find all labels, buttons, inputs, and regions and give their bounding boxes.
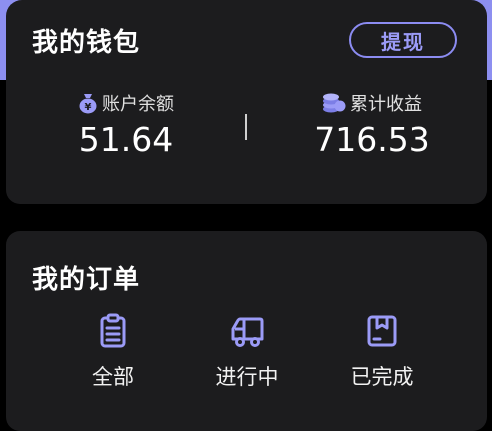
- package-box-icon: [367, 315, 397, 347]
- total-earnings-label-row: 累计收益: [272, 90, 472, 116]
- wallet-card: 我的钱包 提现 ¥ 账户余额 51.64 累计收益 716.53: [6, 0, 487, 204]
- delivery-truck-icon: [231, 317, 264, 347]
- total-earnings-label: 累计收益: [350, 94, 422, 115]
- svg-text:¥: ¥: [85, 102, 92, 113]
- total-earnings-value: 716.53: [314, 120, 430, 159]
- withdraw-button[interactable]: 提现: [349, 22, 457, 58]
- order-tab-all[interactable]: 全部: [63, 311, 163, 391]
- money-bag-icon: ¥: [79, 94, 97, 114]
- order-tab-in-progress-label: 进行中: [215, 365, 279, 389]
- orders-title: 我的订单: [32, 265, 141, 295]
- order-status-tabs: 全部 进行中 已完成: [6, 311, 487, 401]
- order-tab-all-label: 全部: [92, 365, 134, 389]
- account-balance-value: 51.64: [78, 120, 174, 159]
- total-earnings-stat[interactable]: 累计收益 716.53: [272, 90, 472, 160]
- stats-divider: [245, 114, 247, 140]
- wallet-title: 我的钱包: [32, 28, 141, 58]
- account-balance-label-row: ¥ 账户余额: [26, 90, 226, 116]
- order-tab-in-progress[interactable]: 进行中: [197, 311, 297, 391]
- account-balance-stat[interactable]: ¥ 账户余额 51.64: [26, 90, 226, 160]
- order-tab-completed[interactable]: 已完成: [332, 311, 432, 391]
- order-tab-completed-label: 已完成: [350, 365, 414, 389]
- clipboard-icon: [100, 313, 126, 348]
- coins-icon: [323, 93, 346, 113]
- account-balance-label: 账户余额: [102, 94, 174, 115]
- orders-card: 我的订单 全部 进行中 已完成: [6, 231, 487, 431]
